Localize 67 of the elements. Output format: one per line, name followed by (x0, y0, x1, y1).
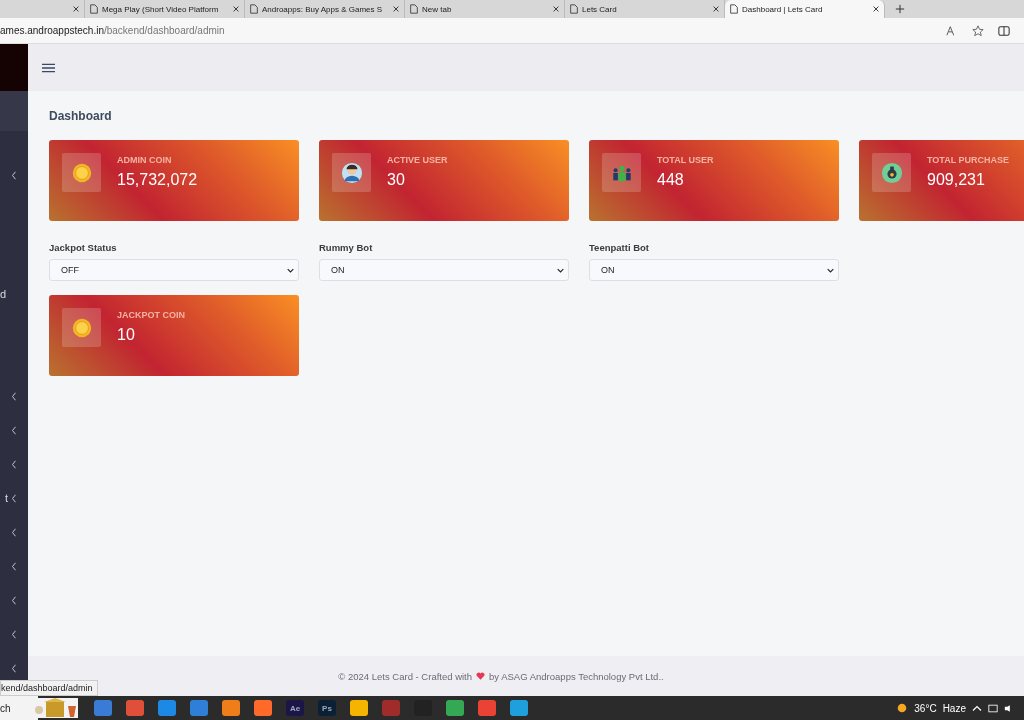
chevron-down-icon (827, 267, 834, 273)
stat-value: 909,231 (927, 171, 986, 189)
status-url: kend/dashboard/admin (0, 680, 98, 696)
menu-label[interactable]: d (0, 288, 7, 300)
page-icon (409, 4, 419, 14)
chevron-icon[interactable] (11, 663, 17, 673)
stat-label: ACTIVE USER (387, 155, 448, 165)
stat-value: 448 (657, 171, 685, 189)
new-tab-icon[interactable] (895, 4, 905, 14)
temperature: 36°C (914, 702, 937, 714)
browser-tab[interactable]: Dashboard | Lets Card (725, 0, 885, 18)
page-icon (569, 4, 579, 14)
logo-area (0, 44, 28, 91)
chevron-up-icon[interactable] (972, 703, 982, 713)
field-label: Jackpot Status (49, 242, 118, 253)
menu-icon[interactable] (42, 62, 55, 73)
user-icon (332, 153, 371, 192)
app-icon[interactable]: Ps (318, 700, 336, 716)
stat-value: 10 (117, 326, 136, 344)
close-icon[interactable] (552, 5, 560, 13)
heart-icon (476, 672, 486, 680)
menu-label[interactable]: t (4, 492, 8, 504)
chevron-icon[interactable] (11, 459, 17, 469)
purchase-icon (872, 153, 911, 192)
chevron-icon[interactable] (11, 561, 17, 571)
sun-icon (896, 702, 909, 714)
close-icon[interactable] (72, 5, 80, 13)
close-icon[interactable] (712, 5, 720, 13)
close-icon[interactable] (872, 5, 880, 13)
page-icon (89, 4, 99, 14)
chevron-icon[interactable] (11, 391, 17, 401)
chevron-icon[interactable] (11, 629, 17, 639)
tray-icon[interactable] (988, 703, 998, 713)
status-select[interactable]: OFF (49, 259, 299, 281)
chevron-icon[interactable] (11, 595, 17, 605)
stat-value: 30 (387, 171, 406, 189)
chevron-icon[interactable] (11, 527, 17, 537)
app-icon[interactable]: Ae (286, 700, 304, 716)
address-field[interactable]: ames.androappstech.in/backend/dashboard/admin (0, 25, 932, 36)
status-select[interactable]: ON (589, 259, 839, 281)
stat-label: JACKPOT COIN (117, 310, 185, 320)
chevron-down-icon (287, 267, 294, 273)
page-icon (729, 4, 739, 14)
chevron-icon[interactable] (11, 493, 17, 503)
split-screen-icon[interactable] (998, 24, 1010, 37)
chevron-down-icon (557, 267, 564, 273)
stat-label: TOTAL USER (657, 155, 714, 165)
footer-text: by ASAG Androapps Technology Pvt Ltd.. (489, 670, 664, 682)
stat-label: ADMIN COIN (117, 155, 173, 165)
stat-label: TOTAL PURCHASE (927, 155, 1009, 165)
search-field[interactable]: ch (0, 696, 38, 720)
close-icon[interactable] (232, 5, 240, 13)
page-title: Dashboard (49, 109, 113, 123)
status-select[interactable]: ON (319, 259, 569, 281)
stat-value: 15,732,072 (117, 171, 198, 189)
chevron-icon[interactable] (11, 425, 17, 435)
users-icon (602, 153, 641, 192)
star-icon[interactable] (972, 24, 984, 37)
coin-icon (62, 153, 101, 192)
chevron-icon[interactable] (11, 170, 17, 180)
field-label: Teenpatti Bot (589, 242, 650, 253)
field-label: Rummy Bot (319, 242, 374, 253)
close-icon[interactable] (392, 5, 400, 13)
page-icon (249, 4, 259, 14)
footer-text: © 2024 Lets Card - Crafted with (338, 670, 473, 682)
weather-text: Haze (942, 702, 966, 714)
coin-icon (62, 308, 101, 347)
